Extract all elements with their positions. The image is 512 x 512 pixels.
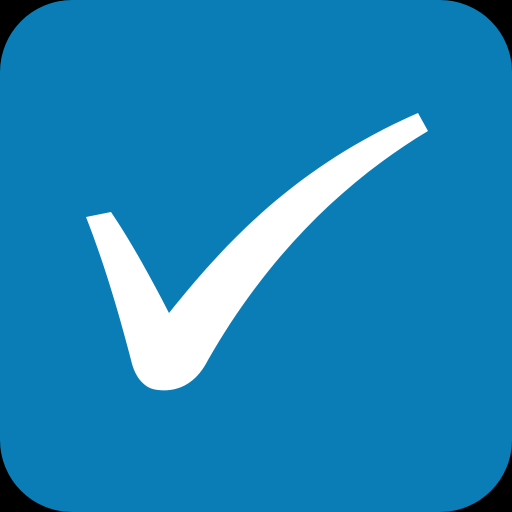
checkmark-icon [86,113,428,391]
app-icon [0,0,512,512]
checkmark-path [86,113,428,391]
